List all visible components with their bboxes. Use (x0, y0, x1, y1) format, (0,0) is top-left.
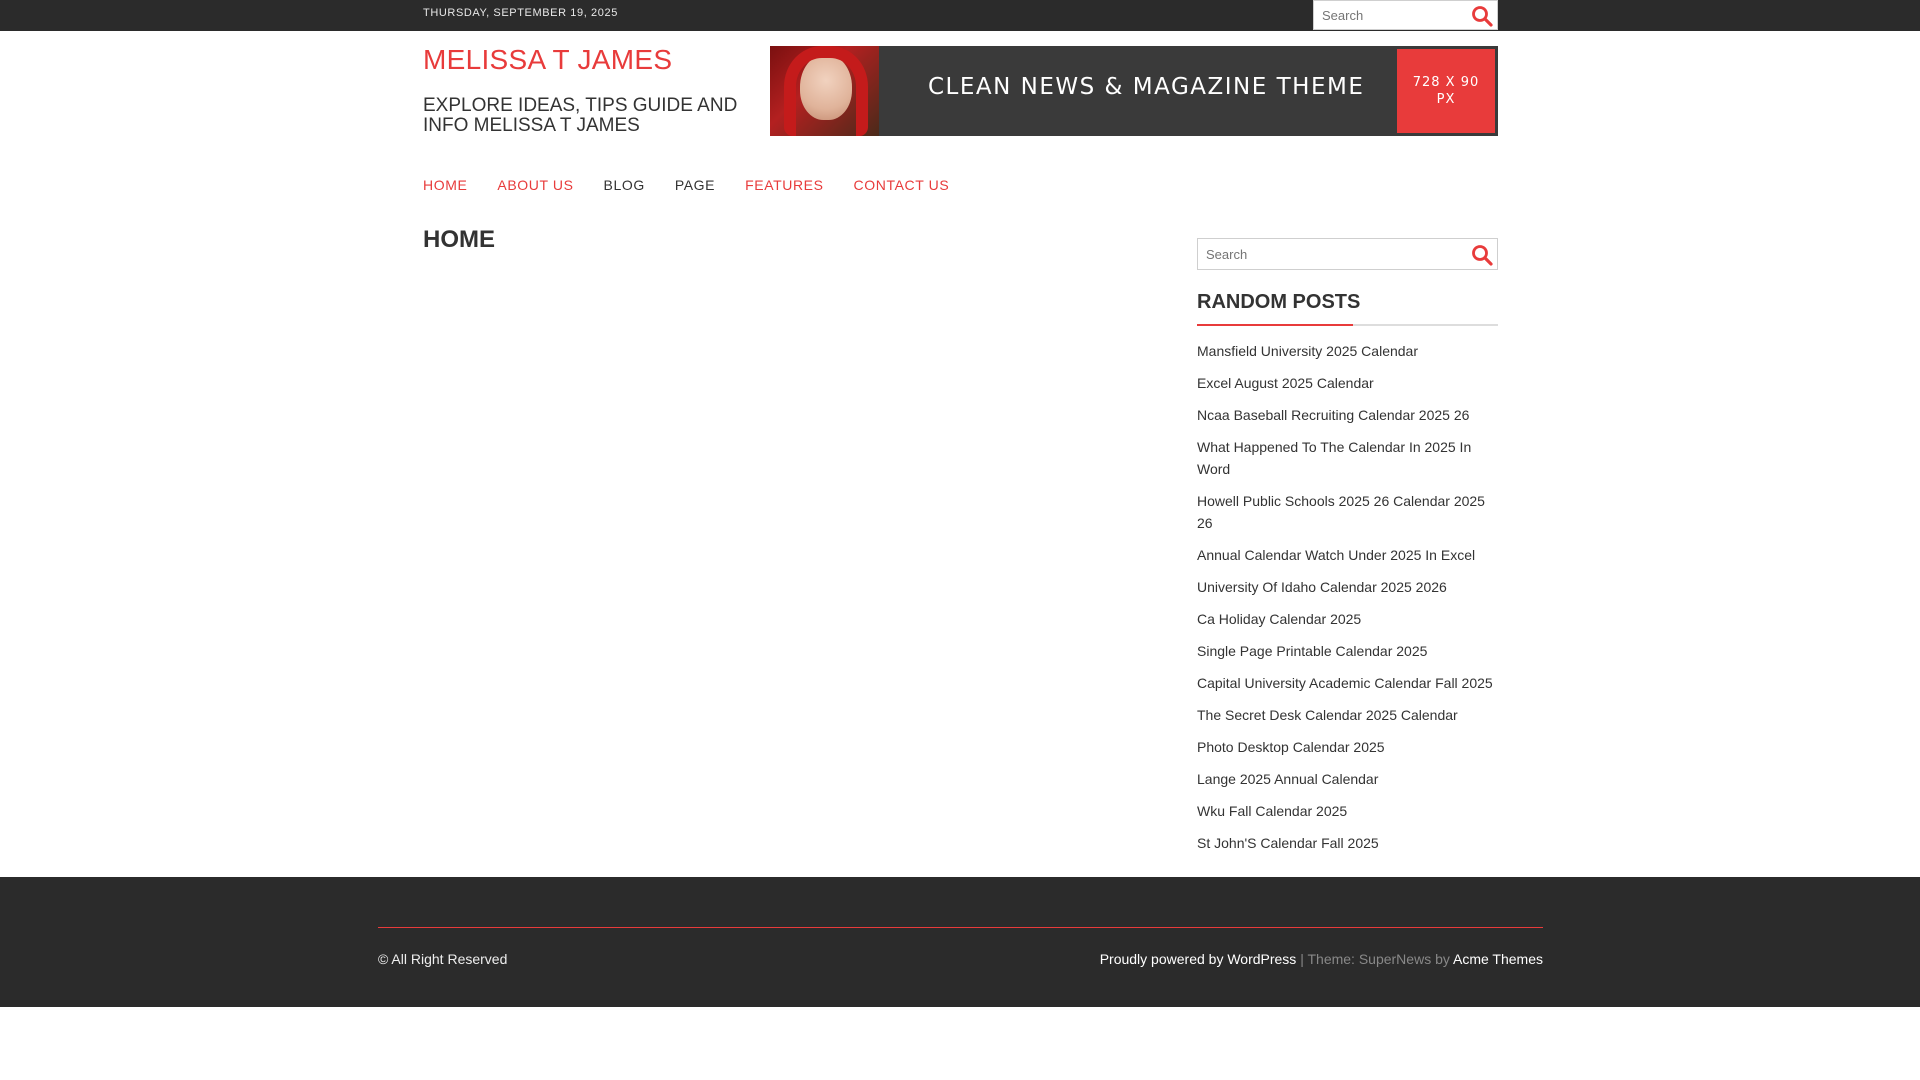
post-link[interactable]: Excel August 2025 Calendar (1197, 375, 1374, 391)
nav-item-home[interactable]: HOME (423, 177, 467, 193)
top-search-input[interactable] (1314, 1, 1464, 29)
post-link[interactable]: Photo Desktop Calendar 2025 (1197, 739, 1385, 755)
post-link[interactable]: Howell Public Schools 2025 26 Calendar 2… (1197, 493, 1485, 531)
post-link[interactable]: Mansfield University 2025 Calendar (1197, 343, 1418, 359)
list-item: Mansfield University 2025 Calendar (1197, 340, 1502, 362)
ad-banner[interactable]: CLEAN NEWS & MAGAZINE THEME 728 X 90 PX (770, 46, 1498, 136)
post-link[interactable]: University Of Idaho Calendar 2025 2026 (1197, 579, 1447, 595)
search-icon[interactable] (1470, 4, 1494, 28)
post-link[interactable]: Wku Fall Calendar 2025 (1197, 803, 1347, 819)
top-search-form (1313, 0, 1498, 30)
list-item: Ca Holiday Calendar 2025 (1197, 608, 1502, 630)
wordpress-link[interactable]: Proudly powered by WordPress (1100, 951, 1297, 967)
banner-size-line1: 728 X 90 (1412, 75, 1480, 90)
top-bar: THURSDAY, SEPTEMBER 19, 2025 (0, 0, 1920, 31)
post-link[interactable]: Ca Holiday Calendar 2025 (1197, 611, 1361, 627)
list-item: Howell Public Schools 2025 26 Calendar 2… (1197, 490, 1502, 534)
post-link[interactable]: Ncaa Baseball Recruiting Calendar 2025 2… (1197, 407, 1469, 423)
banner-size-badge: 728 X 90 PX (1397, 49, 1495, 133)
widget-title-random-posts: RANDOM POSTS (1197, 291, 1361, 313)
theme-credit-text: | Theme: SuperNews by (1296, 951, 1453, 967)
main-navigation: HOME ABOUT US BLOG PAGE FEATURES CONTACT… (423, 177, 979, 193)
footer-divider (378, 927, 1543, 928)
site-description: EXPLORE IDEAS, TIPS GUIDE AND INFO MELIS… (423, 95, 738, 136)
current-date: THURSDAY, SEPTEMBER 19, 2025 (423, 7, 618, 19)
page-title: HOME (423, 226, 495, 253)
site-title[interactable]: MELISSA T JAMES (423, 44, 672, 76)
list-item: Capital University Academic Calendar Fal… (1197, 672, 1502, 694)
nav-item-features[interactable]: FEATURES (745, 177, 823, 193)
post-link[interactable]: The Secret Desk Calendar 2025 Calendar (1197, 707, 1458, 723)
footer-copyright: © All Right Reserved (378, 951, 508, 967)
list-item: University Of Idaho Calendar 2025 2026 (1197, 576, 1502, 598)
banner-size-line2: PX (1436, 92, 1456, 107)
list-item: Photo Desktop Calendar 2025 (1197, 736, 1502, 758)
search-icon[interactable] (1470, 243, 1494, 267)
list-item: What Happened To The Calendar In 2025 In… (1197, 436, 1502, 480)
nav-item-contact-us[interactable]: CONTACT US (854, 177, 950, 193)
widget-title-underline (1197, 324, 1498, 326)
list-item: Ncaa Baseball Recruiting Calendar 2025 2… (1197, 404, 1502, 426)
banner-photo (770, 46, 879, 136)
post-link[interactable]: Annual Calendar Watch Under 2025 In Exce… (1197, 547, 1475, 563)
list-item: Single Page Printable Calendar 2025 (1197, 640, 1502, 662)
post-link[interactable]: Capital University Academic Calendar Fal… (1197, 675, 1493, 691)
list-item: Excel August 2025 Calendar (1197, 372, 1502, 394)
list-item: Annual Calendar Watch Under 2025 In Exce… (1197, 544, 1502, 566)
nav-item-blog[interactable]: BLOG (604, 177, 645, 193)
site-footer: © All Right Reserved Proudly powered by … (0, 877, 1920, 1007)
list-item: Lange 2025 Annual Calendar (1197, 768, 1502, 790)
banner-tagline: CLEAN NEWS & MAGAZINE THEME (928, 74, 1365, 100)
acme-themes-link[interactable]: Acme Themes (1453, 951, 1543, 967)
post-link[interactable]: What Happened To The Calendar In 2025 In… (1197, 439, 1471, 477)
list-item: Wku Fall Calendar 2025 (1197, 800, 1502, 822)
post-link[interactable]: Lange 2025 Annual Calendar (1197, 771, 1378, 787)
nav-item-page[interactable]: PAGE (675, 177, 715, 193)
sidebar-search-input[interactable] (1198, 239, 1458, 269)
list-item: The Secret Desk Calendar 2025 Calendar (1197, 704, 1502, 726)
list-item: St John'S Calendar Fall 2025 (1197, 832, 1502, 854)
random-posts-list: Mansfield University 2025 Calendar Excel… (1197, 340, 1502, 864)
post-link[interactable]: Single Page Printable Calendar 2025 (1197, 643, 1427, 659)
post-link[interactable]: St John'S Calendar Fall 2025 (1197, 835, 1379, 851)
sidebar-search-form (1197, 238, 1498, 270)
banner-hood (784, 46, 868, 136)
nav-item-about-us[interactable]: ABOUT US (497, 177, 573, 193)
footer-credits: Proudly powered by WordPress | Theme: Su… (1100, 951, 1543, 967)
widget-title-accent (1197, 324, 1353, 326)
